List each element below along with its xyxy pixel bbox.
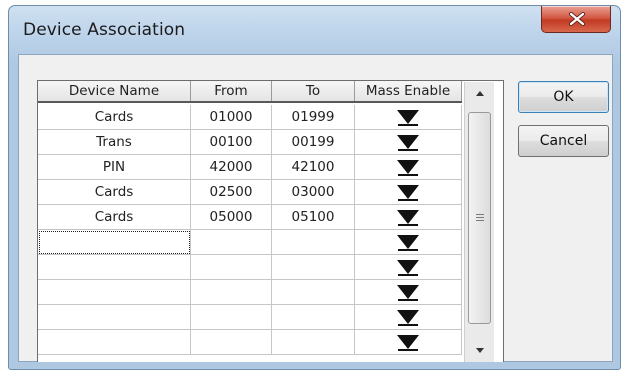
device-name-cell[interactable] bbox=[38, 330, 191, 355]
close-button[interactable] bbox=[541, 6, 611, 33]
mass-enable-cell bbox=[355, 280, 462, 305]
mass-enable-cell bbox=[355, 305, 462, 330]
mass-enable-dropdown[interactable] bbox=[396, 109, 420, 126]
table-row bbox=[38, 230, 462, 255]
to-cell[interactable]: 05100 bbox=[272, 205, 355, 230]
mass-enable-dropdown[interactable] bbox=[396, 184, 420, 201]
to-cell[interactable] bbox=[272, 230, 355, 255]
column-header-mass-enable[interactable]: Mass Enable bbox=[355, 81, 462, 101]
table-row bbox=[38, 280, 462, 305]
mass-enable-cell bbox=[355, 255, 462, 280]
dropdown-arrow-icon bbox=[397, 235, 419, 251]
close-icon bbox=[569, 12, 585, 26]
to-cell[interactable] bbox=[272, 280, 355, 305]
grid-rows: Cards 01000 01999 Trans 00100 00199 PIN 42000 42… bbox=[38, 105, 462, 355]
table-row: Cards 02500 03000 bbox=[38, 180, 462, 205]
from-cell[interactable] bbox=[191, 255, 272, 280]
to-cell[interactable] bbox=[272, 255, 355, 280]
mass-enable-cell bbox=[355, 105, 462, 130]
table-row: Cards 01000 01999 bbox=[38, 105, 462, 130]
device-name-cell[interactable]: Cards bbox=[38, 180, 191, 205]
dropdown-arrow-icon bbox=[397, 160, 419, 176]
mass-enable-cell bbox=[355, 180, 462, 205]
scrollbar-grip-icon bbox=[476, 214, 484, 222]
mass-enable-dropdown[interactable] bbox=[396, 234, 420, 251]
to-cell[interactable]: 01999 bbox=[272, 105, 355, 130]
mass-enable-cell bbox=[355, 205, 462, 230]
device-name-cell[interactable]: Trans bbox=[38, 130, 191, 155]
column-header-to[interactable]: To bbox=[272, 81, 355, 101]
scroll-up-arrow-icon bbox=[476, 91, 484, 96]
mass-enable-cell bbox=[355, 230, 462, 255]
dropdown-arrow-icon bbox=[397, 310, 419, 326]
mass-enable-dropdown[interactable] bbox=[396, 209, 420, 226]
dropdown-arrow-icon bbox=[397, 110, 419, 126]
table-row bbox=[38, 305, 462, 330]
device-name-cell[interactable]: PIN bbox=[38, 155, 191, 180]
device-association-dialog: Device Association Device Name From To M… bbox=[8, 5, 621, 370]
device-name-cell[interactable]: Cards bbox=[38, 105, 191, 130]
table-row bbox=[38, 330, 462, 355]
column-header-from[interactable]: From bbox=[191, 81, 272, 101]
to-cell[interactable] bbox=[272, 305, 355, 330]
scrollbar-thumb[interactable] bbox=[468, 112, 491, 324]
from-cell[interactable]: 42000 bbox=[191, 155, 272, 180]
scroll-down-arrow-icon bbox=[476, 348, 484, 353]
dropdown-arrow-icon bbox=[397, 285, 419, 301]
device-name-cell[interactable] bbox=[38, 305, 191, 330]
dropdown-arrow-icon bbox=[397, 260, 419, 276]
mass-enable-cell bbox=[355, 155, 462, 180]
mass-enable-cell bbox=[355, 130, 462, 155]
device-name-cell[interactable] bbox=[38, 280, 191, 305]
association-grid: Device Name From To Mass Enable Cards 010… bbox=[37, 80, 504, 362]
mass-enable-cell bbox=[355, 330, 462, 355]
cancel-button[interactable]: Cancel bbox=[518, 125, 609, 157]
table-row: PIN 42000 42100 bbox=[38, 155, 462, 180]
window-title: Device Association bbox=[23, 20, 186, 40]
to-cell[interactable]: 03000 bbox=[272, 180, 355, 205]
table-row: Trans 00100 00199 bbox=[38, 130, 462, 155]
mass-enable-dropdown[interactable] bbox=[396, 284, 420, 301]
mass-enable-dropdown[interactable] bbox=[396, 159, 420, 176]
device-name-cell[interactable] bbox=[38, 230, 191, 255]
from-cell[interactable]: 00100 bbox=[191, 130, 272, 155]
vertical-scrollbar[interactable] bbox=[464, 82, 494, 362]
from-cell[interactable]: 01000 bbox=[191, 105, 272, 130]
mass-enable-dropdown[interactable] bbox=[396, 309, 420, 326]
grid-header: Device Name From To Mass Enable bbox=[38, 81, 462, 103]
dropdown-arrow-icon bbox=[397, 335, 419, 351]
device-name-cell[interactable] bbox=[38, 255, 191, 280]
dialog-client-area: Device Name From To Mass Enable Cards 010… bbox=[18, 54, 613, 362]
from-cell[interactable]: 02500 bbox=[191, 180, 272, 205]
to-cell[interactable]: 00199 bbox=[272, 130, 355, 155]
from-cell[interactable] bbox=[191, 330, 272, 355]
dropdown-arrow-icon bbox=[397, 135, 419, 151]
scroll-down-button[interactable] bbox=[467, 342, 493, 360]
mass-enable-dropdown[interactable] bbox=[396, 334, 420, 351]
to-cell[interactable] bbox=[272, 330, 355, 355]
from-cell[interactable]: 05000 bbox=[191, 205, 272, 230]
scroll-up-button[interactable] bbox=[467, 84, 493, 102]
to-cell[interactable]: 42100 bbox=[272, 155, 355, 180]
dropdown-arrow-icon bbox=[397, 185, 419, 201]
mass-enable-dropdown[interactable] bbox=[396, 134, 420, 151]
table-row bbox=[38, 255, 462, 280]
dropdown-arrow-icon bbox=[397, 210, 419, 226]
ok-button[interactable]: OK bbox=[518, 81, 609, 113]
from-cell[interactable] bbox=[191, 305, 272, 330]
table-row: Cards 05000 05100 bbox=[38, 205, 462, 230]
mass-enable-dropdown[interactable] bbox=[396, 259, 420, 276]
device-name-cell[interactable]: Cards bbox=[38, 205, 191, 230]
from-cell[interactable] bbox=[191, 230, 272, 255]
from-cell[interactable] bbox=[191, 280, 272, 305]
column-header-device-name[interactable]: Device Name bbox=[38, 81, 191, 101]
